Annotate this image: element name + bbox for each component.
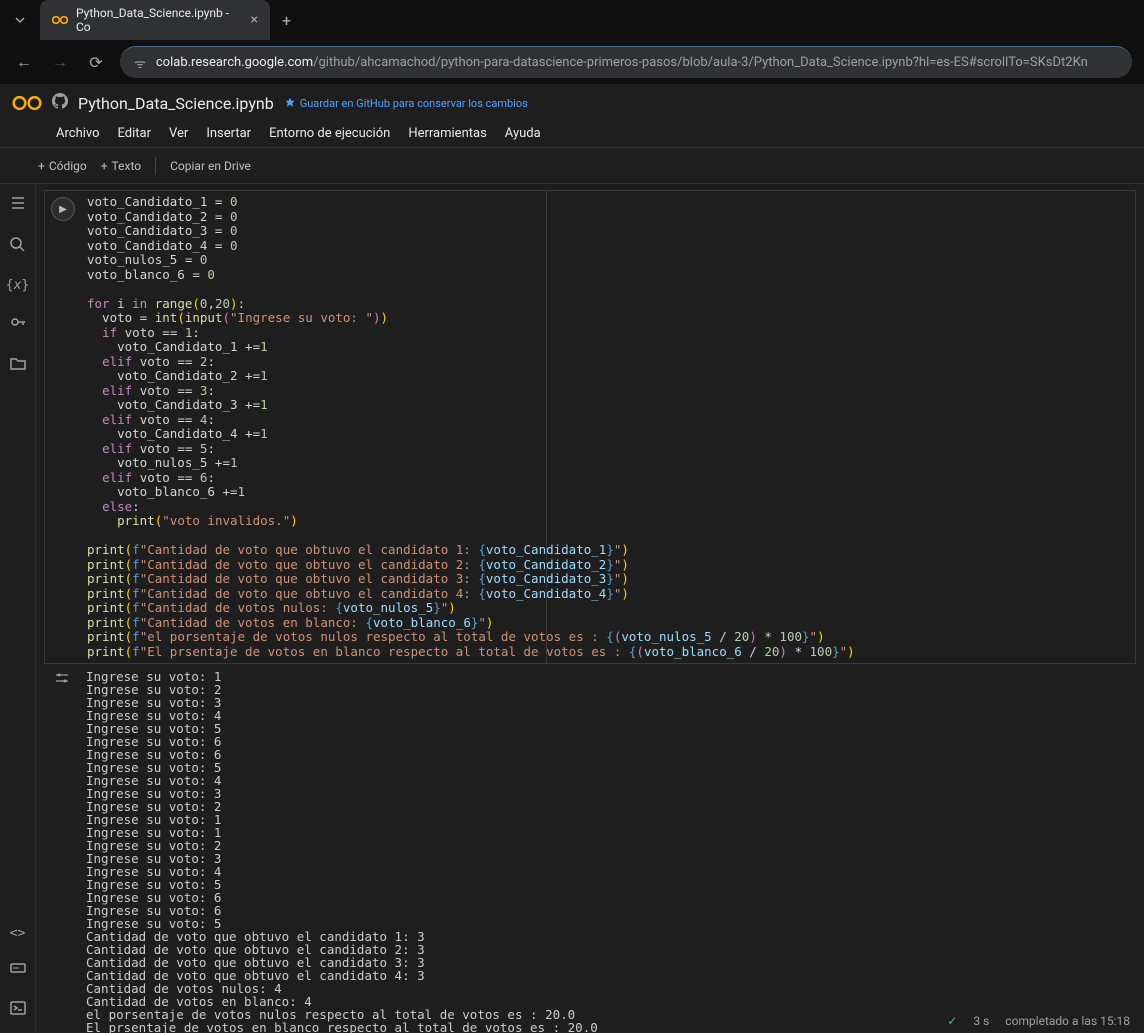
- check-icon: ✓: [947, 1014, 957, 1028]
- left-rail: {x} <>: [0, 184, 36, 1033]
- menu-bar: Archivo Editar Ver Insertar Entorno de e…: [0, 120, 1144, 148]
- browser-nav-bar: ← → ⟳ ᯤ colab.research.google.com/github…: [0, 40, 1144, 84]
- url-bar[interactable]: ᯤ colab.research.google.com/github/ahcam…: [120, 46, 1132, 78]
- toc-icon[interactable]: [9, 194, 27, 216]
- browser-tab-bar: Python_Data_Science.ipynb - Co × +: [0, 0, 1144, 40]
- menu-insertar[interactable]: Insertar: [206, 126, 251, 141]
- variables-icon[interactable]: {x}: [6, 278, 29, 293]
- forward-button[interactable]: →: [48, 52, 72, 72]
- add-text-button[interactable]: + Texto: [101, 159, 141, 173]
- reload-button[interactable]: ⟳: [84, 53, 108, 72]
- code-cell[interactable]: ▶ voto_Candidato_1 = 0 voto_Candidato_2 …: [44, 190, 1136, 664]
- cell-output[interactable]: Ingrese su voto: 1 Ingrese su voto: 2 In…: [80, 664, 1136, 1033]
- code-snippets-icon[interactable]: <>: [10, 926, 26, 941]
- toolbar-separator: [155, 157, 156, 175]
- secrets-icon[interactable]: [9, 313, 27, 335]
- status-bar: ✓ 3 s completado a las 15:18: [933, 1009, 1144, 1033]
- toolbar: + Código + Texto Copiar en Drive: [0, 148, 1144, 184]
- browser-tab[interactable]: Python_Data_Science.ipynb - Co ×: [40, 0, 270, 40]
- new-tab-button[interactable]: +: [282, 11, 291, 30]
- menu-archivo[interactable]: Archivo: [56, 126, 100, 141]
- terminal-icon[interactable]: [9, 999, 27, 1021]
- cell-gutter: ▶: [45, 191, 81, 663]
- exec-time: 3 s: [973, 1014, 989, 1028]
- files-icon[interactable]: [9, 355, 27, 377]
- editor-ruler: [546, 191, 547, 663]
- colab-logo-icon[interactable]: [12, 93, 42, 113]
- output-cell: Ingrese su voto: 1 Ingrese su voto: 2 In…: [44, 664, 1136, 1033]
- menu-entorno[interactable]: Entorno de ejecución: [269, 126, 390, 141]
- output-gutter: [44, 664, 80, 1033]
- search-icon[interactable]: [9, 236, 27, 258]
- menu-ver[interactable]: Ver: [169, 126, 188, 141]
- completed-time: completado a las 15:18: [1005, 1014, 1130, 1028]
- close-tab-icon[interactable]: ×: [251, 12, 258, 28]
- colab-app: Python_Data_Science.ipynb Guardar en Git…: [0, 84, 1144, 1033]
- browser-tab-title: Python_Data_Science.ipynb - Co: [76, 6, 243, 34]
- github-icon: [52, 93, 68, 113]
- add-code-button[interactable]: + Código: [38, 159, 87, 173]
- command-palette-icon[interactable]: [9, 959, 27, 981]
- site-info-icon[interactable]: ᯤ: [134, 54, 146, 72]
- notebook-title[interactable]: Python_Data_Science.ipynb: [78, 94, 274, 113]
- copy-to-drive-button[interactable]: Copiar en Drive: [170, 159, 251, 173]
- url-path: /github/ahcamachod/python-para-datascien…: [313, 55, 1088, 70]
- cell-area[interactable]: ▶ voto_Candidato_1 = 0 voto_Candidato_2 …: [36, 184, 1144, 1033]
- tab-list-dropdown[interactable]: [8, 8, 32, 32]
- menu-ayuda[interactable]: Ayuda: [505, 126, 541, 141]
- menu-herramientas[interactable]: Herramientas: [408, 126, 486, 141]
- colab-favicon-icon: [52, 12, 68, 28]
- back-button[interactable]: ←: [12, 52, 36, 72]
- colab-header: Python_Data_Science.ipynb Guardar en Git…: [0, 84, 1144, 120]
- output-settings-icon[interactable]: [54, 670, 70, 1033]
- menu-editar[interactable]: Editar: [118, 126, 152, 141]
- code-editor[interactable]: voto_Candidato_1 = 0 voto_Candidato_2 = …: [81, 191, 1135, 663]
- save-to-github-link[interactable]: Guardar en GitHub para conservar los cam…: [284, 97, 528, 110]
- run-cell-button[interactable]: ▶: [51, 197, 75, 221]
- colab-body: {x} <> ▶ voto_Candidato_1 = 0 voto_Candi…: [0, 184, 1144, 1033]
- url-host: colab.research.google.com: [156, 55, 313, 70]
